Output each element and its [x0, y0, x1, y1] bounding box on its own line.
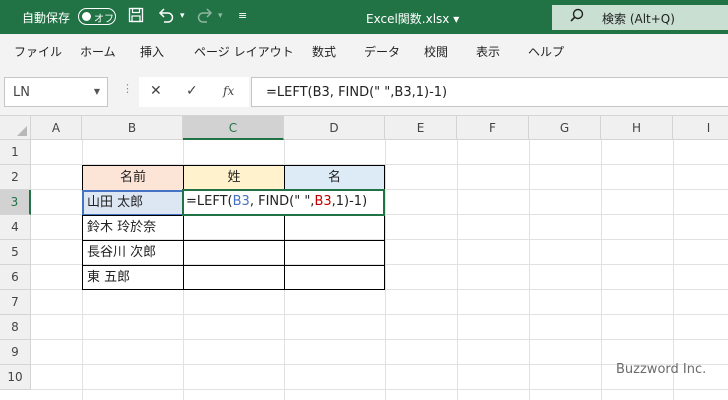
tab-view[interactable]: 表示 — [476, 43, 500, 60]
search-box[interactable]: 検索 (Alt+Q) — [552, 5, 728, 30]
enter-icon[interactable]: ✓ — [186, 83, 198, 99]
cell-b2-header[interactable]: 名前 — [82, 165, 184, 191]
tab-page-layout[interactable]: ページ レイアウト — [194, 43, 294, 60]
file-name[interactable]: Excel関数.xlsx ▾ — [366, 10, 459, 27]
column-header-e[interactable]: E — [385, 116, 457, 140]
insert-function-icon[interactable]: fx — [223, 84, 234, 98]
column-header-h[interactable]: H — [601, 116, 673, 140]
tab-file[interactable]: ファイル — [14, 43, 62, 60]
row-header-10[interactable]: 10 — [0, 365, 31, 390]
gridline — [457, 140, 458, 400]
row-header-1[interactable]: 1 — [0, 140, 31, 165]
row-header-5[interactable]: 5 — [0, 240, 31, 265]
column-header-b[interactable]: B — [82, 116, 183, 140]
gridline — [31, 314, 728, 315]
formula-ref-b3: B3 — [232, 194, 250, 209]
autosave-label: 自動保存 — [22, 11, 71, 25]
cancel-icon[interactable]: ✕ — [150, 83, 162, 99]
formula-part: =LEFT( — [186, 194, 233, 209]
column-header-g[interactable]: G — [529, 116, 601, 140]
redo-icon — [196, 7, 214, 27]
name-box[interactable]: LN ▼ — [4, 77, 108, 107]
undo-icon[interactable] — [157, 7, 175, 27]
worksheet-grid[interactable]: A B C D E F G H I 1 2 3 4 5 6 7 8 9 10 名… — [0, 116, 728, 400]
column-header-f[interactable]: F — [457, 116, 529, 140]
cell-c4[interactable] — [183, 215, 285, 241]
cell-b6[interactable]: 東 五郎 — [82, 265, 184, 290]
customize-qat-icon[interactable]: ≡ — [238, 9, 247, 22]
cell-b3[interactable]: 山田 太郎 — [82, 190, 184, 216]
formula-bar-area: LN ▼ ⋮ ✕ ✓ fx =LEFT(B3, FIND(" ",B3,1)-1… — [0, 66, 728, 116]
gridline — [601, 140, 602, 400]
gridline — [31, 339, 728, 340]
gridline — [31, 389, 728, 390]
undo-dropdown-icon[interactable]: ▾ — [180, 11, 185, 21]
cell-d2-header[interactable]: 名 — [284, 165, 385, 191]
formula-part: , FIND(" ", — [249, 194, 315, 209]
search-icon — [570, 8, 584, 26]
formula-ref-b3: B3 — [314, 194, 332, 209]
row-header-9[interactable]: 9 — [0, 340, 31, 365]
save-icon[interactable] — [128, 7, 144, 27]
gridline — [385, 140, 386, 400]
search-label: 検索 (Alt+Q) — [602, 12, 675, 26]
watermark: Buzzword Inc. — [616, 362, 707, 377]
formula-part: ,1)-1) — [331, 194, 368, 209]
chevron-down-icon[interactable]: ▼ — [94, 87, 100, 96]
toggle-knob — [82, 11, 91, 21]
toggle-label: オフ — [94, 14, 114, 25]
tab-insert[interactable]: 挿入 — [140, 43, 164, 60]
tab-data[interactable]: データ — [364, 43, 400, 60]
name-box-value: LN — [13, 85, 30, 100]
cell-c3-editing[interactable]: =LEFT(B3, FIND(" ",B3,1)-1) — [182, 189, 385, 216]
ribbon-tabs: ファイル ホーム 挿入 ページ レイアウト 数式 データ 校閲 表示 ヘルプ — [0, 34, 728, 66]
cell-c5[interactable] — [183, 240, 285, 266]
select-all-icon — [17, 126, 27, 136]
row-header-3[interactable]: 3 — [0, 190, 31, 215]
cell-b4[interactable]: 鈴木 玲於奈 — [82, 215, 184, 241]
grip-icon: ⋮ — [122, 82, 133, 95]
autosave-toggle[interactable]: オフ — [78, 8, 116, 25]
column-header-i[interactable]: I — [673, 116, 728, 140]
gridline — [529, 140, 530, 400]
cell-d6[interactable] — [284, 265, 385, 290]
row-header-8[interactable]: 8 — [0, 315, 31, 340]
row-header-4[interactable]: 4 — [0, 215, 31, 240]
cell-b5[interactable]: 長谷川 次郎 — [82, 240, 184, 266]
tab-formulas[interactable]: 数式 — [312, 43, 336, 60]
tab-review[interactable]: 校閲 — [424, 43, 448, 60]
row-header-6[interactable]: 6 — [0, 265, 31, 290]
row-header-7[interactable]: 7 — [0, 290, 31, 315]
row-header-2[interactable]: 2 — [0, 165, 31, 190]
cell-d4[interactable] — [284, 215, 385, 241]
formula-tools: ✕ ✓ fx — [139, 77, 249, 107]
tab-home[interactable]: ホーム — [80, 43, 116, 60]
column-header-c[interactable]: C — [183, 116, 284, 140]
select-all-button[interactable] — [0, 116, 31, 140]
cell-d5[interactable] — [284, 240, 385, 266]
cell-c6[interactable] — [183, 265, 285, 290]
cell-c2-header[interactable]: 姓 — [183, 165, 285, 191]
title-bar: 自動保存 オフ ▾ ▾ ≡ Excel関数.xlsx ▾ 検索 (Alt+Q) — [0, 0, 728, 34]
formula-text: =LEFT(B3, FIND(" ",B3,1)-1) — [266, 85, 448, 100]
column-header-d[interactable]: D — [284, 116, 385, 140]
gridline — [673, 140, 674, 400]
tab-help[interactable]: ヘルプ — [528, 43, 564, 60]
redo-dropdown-icon: ▾ — [218, 11, 223, 21]
column-header-a[interactable]: A — [31, 116, 82, 140]
formula-input[interactable]: =LEFT(B3, FIND(" ",B3,1)-1) — [251, 77, 728, 107]
